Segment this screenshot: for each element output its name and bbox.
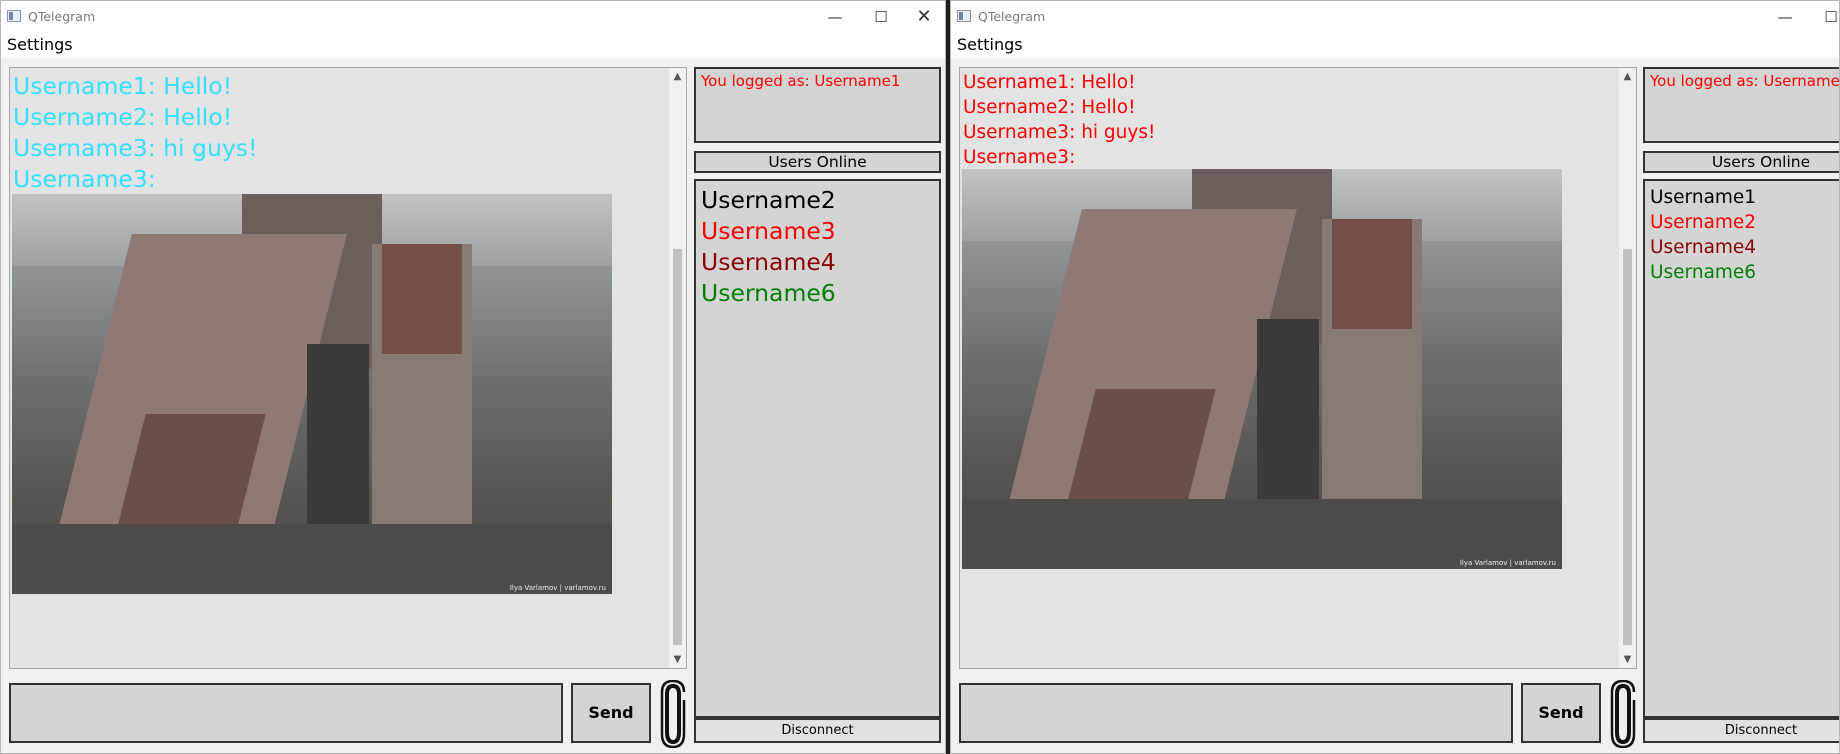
user-item[interactable]: Username2 xyxy=(1650,210,1756,235)
close-icon[interactable]: ✕ xyxy=(901,1,945,33)
chat-message: Username3: hi guys! xyxy=(963,122,1156,143)
users-online-list[interactable]: Username1 Username2 Username4 Username6 xyxy=(1643,179,1839,718)
scroll-thumb[interactable] xyxy=(1623,249,1632,645)
chat-history[interactable]: Username1: Hello! Username2: Hello! User… xyxy=(9,67,687,669)
user-entries: Username1 Username2 Username4 Username6 xyxy=(1650,185,1756,285)
login-status: You logged as: Username1 xyxy=(694,67,941,143)
user-item[interactable]: Username3 xyxy=(701,216,836,247)
image-roof xyxy=(382,244,462,354)
send-button[interactable]: Send xyxy=(571,683,651,743)
chat-messages: Username1: Hello! Username2: Hello! User… xyxy=(13,71,257,195)
disconnect-button[interactable]: Disconnect xyxy=(694,718,941,743)
maximize-icon[interactable]: ☐ xyxy=(1808,1,1839,33)
window-title: QTelegram xyxy=(978,9,1046,24)
user-item[interactable]: Username6 xyxy=(1650,260,1756,285)
chat-message: Username1: Hello! xyxy=(13,72,233,100)
app-icon xyxy=(957,10,971,22)
scroll-up-icon[interactable]: ▲ xyxy=(669,68,686,85)
maximize-icon[interactable]: ☐ xyxy=(858,1,904,33)
login-status: You logged as: Username3 xyxy=(1643,67,1839,143)
qtelegram-window-right: QTelegram — ☐ Settings Username1: Hello!… xyxy=(950,0,1840,754)
chat-scrollbar[interactable]: ▲ ▼ xyxy=(669,68,686,668)
settings-menu[interactable]: Settings xyxy=(957,35,1023,54)
user-item[interactable]: Username4 xyxy=(701,247,836,278)
scroll-thumb[interactable] xyxy=(673,249,682,645)
paperclip-icon[interactable] xyxy=(657,680,689,748)
disconnect-button[interactable]: Disconnect xyxy=(1643,718,1839,743)
client-area: Username1: Hello! Username2: Hello! User… xyxy=(951,58,1839,753)
users-online-header: Users Online xyxy=(694,151,941,173)
minimize-icon[interactable]: — xyxy=(812,1,858,33)
menu-bar: Settings xyxy=(1,33,945,58)
chat-message: Username3: hi guys! xyxy=(13,134,258,162)
chat-history[interactable]: Username1: Hello! Username2: Hello! User… xyxy=(959,67,1637,669)
chat-image[interactable]: Ilya Varlamov | varlamov.ru xyxy=(962,169,1562,569)
send-button[interactable]: Send xyxy=(1521,683,1601,743)
chat-message: Username2: Hello! xyxy=(963,97,1136,118)
app-icon xyxy=(7,10,21,22)
chat-image[interactable]: Ilya Varlamov | varlamov.ru xyxy=(12,194,612,594)
paperclip-icon[interactable] xyxy=(1607,680,1639,748)
users-online-list[interactable]: Username2 Username3 Username4 Username6 xyxy=(694,179,941,718)
users-online-header: Users Online xyxy=(1643,151,1839,173)
chat-message: Username3: xyxy=(13,165,156,193)
message-input[interactable] xyxy=(9,683,563,743)
window-title: QTelegram xyxy=(28,9,96,24)
image-credit: Ilya Varlamov | varlamov.ru xyxy=(509,584,606,592)
chat-scrollbar[interactable]: ▲ ▼ xyxy=(1619,68,1636,668)
settings-menu[interactable]: Settings xyxy=(7,35,73,54)
chat-message: Username1: Hello! xyxy=(963,72,1136,93)
user-item[interactable]: Username6 xyxy=(701,278,836,309)
scroll-up-icon[interactable]: ▲ xyxy=(1619,68,1636,85)
qtelegram-window-left: QTelegram — ☐ ✕ Settings Username1: Hell… xyxy=(0,0,946,754)
chat-message: Username3: xyxy=(963,147,1076,168)
title-bar[interactable]: QTelegram — ☐ xyxy=(951,1,1839,33)
chat-message: Username2: Hello! xyxy=(13,103,233,131)
scroll-down-icon[interactable]: ▼ xyxy=(1619,651,1636,668)
minimize-icon[interactable]: — xyxy=(1762,1,1808,33)
client-area: Username1: Hello! Username2: Hello! User… xyxy=(1,58,945,753)
scroll-down-icon[interactable]: ▼ xyxy=(669,651,686,668)
user-item[interactable]: Username2 xyxy=(701,185,836,216)
title-bar[interactable]: QTelegram — ☐ ✕ xyxy=(1,1,945,33)
user-entries: Username2 Username3 Username4 Username6 xyxy=(701,185,836,309)
image-roof xyxy=(1332,219,1412,329)
user-item[interactable]: Username4 xyxy=(1650,235,1756,260)
image-credit: Ilya Varlamov | varlamov.ru xyxy=(1459,559,1556,567)
message-input[interactable] xyxy=(959,683,1513,743)
chat-messages: Username1: Hello! Username2: Hello! User… xyxy=(963,70,1155,170)
user-item[interactable]: Username1 xyxy=(1650,185,1756,210)
menu-bar: Settings xyxy=(951,33,1839,58)
